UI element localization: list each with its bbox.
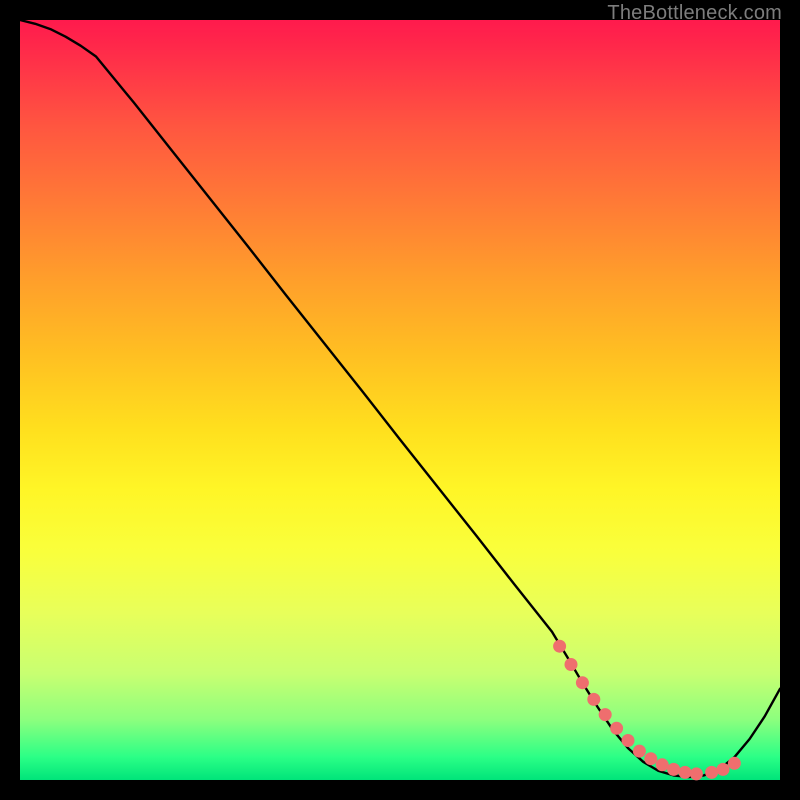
curve-marker [633, 745, 646, 758]
curve-marker [599, 708, 612, 721]
curve-marker [610, 722, 623, 735]
curve-marker [576, 676, 589, 689]
plot-area [20, 20, 780, 780]
chart-frame: TheBottleneck.com [20, 20, 780, 780]
curve-marker [622, 734, 635, 747]
curve-marker [690, 767, 703, 780]
curve-marker [656, 758, 669, 771]
curve-marker [587, 693, 600, 706]
bottleneck-curve [20, 20, 780, 780]
curve-marker [728, 757, 741, 770]
curve-markers [553, 640, 741, 781]
curve-marker [644, 752, 657, 765]
curve-marker [565, 658, 578, 671]
curve-marker [717, 763, 730, 776]
curve-marker [679, 766, 692, 779]
curve-path [20, 20, 780, 777]
curve-marker [705, 766, 718, 779]
curve-marker [667, 763, 680, 776]
curve-marker [553, 640, 566, 653]
